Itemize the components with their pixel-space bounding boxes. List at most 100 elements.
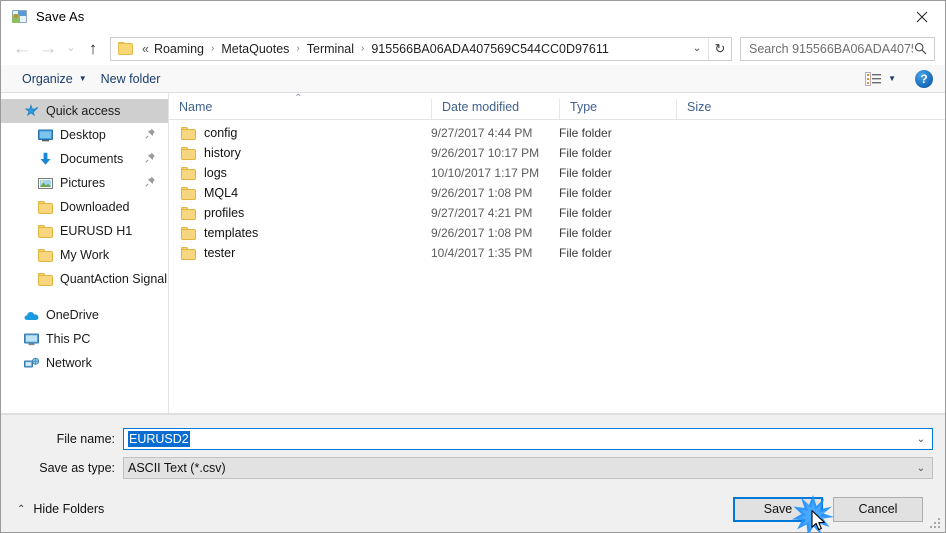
- file-name-selected-text: EURUSD2: [128, 431, 190, 447]
- column-header-name[interactable]: ⌃ Name: [169, 93, 431, 119]
- folder-icon: [181, 246, 197, 260]
- file-type: File folder: [559, 226, 612, 240]
- network-icon: [23, 355, 40, 371]
- column-header-type[interactable]: Type: [559, 99, 676, 119]
- breadcrumb-item-guid[interactable]: 915566BA06ADA407569C544CC0D97611: [368, 40, 611, 58]
- recent-locations-icon[interactable]: ⌄: [61, 36, 81, 62]
- sidebar-item-desktop[interactable]: Desktop: [1, 123, 168, 147]
- sidebar-item-network[interactable]: Network: [1, 351, 168, 375]
- breadcrumb-separator-icon[interactable]: ›: [292, 43, 303, 54]
- file-name-input[interactable]: EURUSD2 ⌄: [123, 428, 933, 450]
- save-form: File name: EURUSD2 ⌄ Save as type: ASCII…: [1, 414, 945, 486]
- chevron-up-icon: ⌃: [17, 503, 26, 515]
- breadcrumb-separator-icon[interactable]: ›: [207, 43, 218, 54]
- file-list-pane: ⌃ Name Date modified Type Size config 9/…: [169, 93, 945, 413]
- table-row[interactable]: tester 10/4/2017 1:35 PM File folder: [169, 243, 945, 263]
- breadcrumb-overflow[interactable]: «: [139, 40, 151, 58]
- file-name: profiles: [204, 206, 245, 220]
- column-header-size[interactable]: Size: [676, 99, 758, 119]
- address-bar[interactable]: « Roaming › MetaQuotes › Terminal › 9155…: [110, 36, 732, 61]
- table-row[interactable]: logs 10/10/2017 1:17 PM File folder: [169, 163, 945, 183]
- new-folder-label: New folder: [100, 71, 161, 86]
- forward-icon[interactable]: →: [35, 36, 61, 62]
- column-header-row: ⌃ Name Date modified Type Size: [169, 93, 945, 120]
- folder-icon: [37, 199, 54, 215]
- search-box[interactable]: Search 915566BA06ADA40756...: [740, 36, 935, 61]
- breadcrumb-separator-icon[interactable]: ›: [357, 43, 368, 54]
- breadcrumb-item-metaquotes[interactable]: MetaQuotes: [218, 40, 292, 58]
- sidebar-item-eurusd-h1[interactable]: EURUSD H1: [1, 219, 168, 243]
- up-one-level-icon[interactable]: ↑: [81, 36, 105, 62]
- sidebar-item-downloaded[interactable]: Downloaded: [1, 195, 168, 219]
- organize-button[interactable]: Organize ▼: [15, 69, 94, 89]
- sidebar-item-this-pc[interactable]: This PC: [1, 327, 168, 351]
- folder-icon: [118, 42, 134, 55]
- chevron-down-icon[interactable]: ⌄: [910, 463, 932, 474]
- command-bar: Organize ▼ New folder ▼ ?: [1, 65, 945, 93]
- sidebar-item-quick-access[interactable]: Quick access: [1, 99, 168, 123]
- column-header-label: Date modified: [442, 100, 520, 114]
- resize-grip[interactable]: [930, 518, 942, 530]
- sidebar-label: QuantAction Signal: [60, 272, 168, 286]
- breadcrumb-item-roaming[interactable]: Roaming: [151, 40, 207, 58]
- file-name: MQL4: [204, 186, 239, 200]
- close-icon[interactable]: [899, 1, 945, 32]
- column-header-label: Type: [570, 100, 598, 114]
- save-as-type-select[interactable]: ASCII Text (*.csv) ⌄: [123, 457, 933, 479]
- sidebar-item-my-work[interactable]: My Work: [1, 243, 168, 267]
- file-name-label: File name:: [56, 432, 115, 446]
- search-input[interactable]: Search 915566BA06ADA40756...: [749, 42, 913, 56]
- file-name-cell: logs: [169, 166, 431, 180]
- file-date: 10/4/2017 1:35 PM: [431, 246, 533, 260]
- chevron-down-icon: ▼: [78, 74, 87, 83]
- save-as-type-value: ASCII Text (*.csv): [128, 461, 226, 475]
- refresh-icon[interactable]: ↻: [708, 37, 731, 60]
- hide-folders-button[interactable]: ⌃ Hide Folders: [11, 502, 104, 516]
- search-icon: [913, 42, 928, 55]
- change-view-button[interactable]: ▼: [860, 70, 901, 88]
- file-type: File folder: [559, 146, 612, 160]
- folder-icon: [181, 166, 197, 180]
- sidebar-label: Documents: [60, 152, 124, 166]
- breadcrumb-item-terminal[interactable]: Terminal: [304, 40, 357, 58]
- sidebar-label: Quick access: [46, 104, 121, 118]
- table-row[interactable]: history 9/26/2017 10:17 PM File folder: [169, 143, 945, 163]
- table-row[interactable]: MQL4 9/26/2017 1:08 PM File folder: [169, 183, 945, 203]
- table-row[interactable]: profiles 9/27/2017 4:21 PM File folder: [169, 203, 945, 223]
- chevron-down-icon[interactable]: ⌄: [910, 434, 932, 445]
- dialog-footer: ⌃ Hide Folders Save Cancel: [1, 486, 945, 533]
- sidebar-item-quantaction-signal[interactable]: QuantAction Signal: [1, 267, 168, 291]
- help-button[interactable]: ?: [915, 69, 933, 88]
- save-button[interactable]: Save: [733, 496, 823, 522]
- table-row[interactable]: config 9/27/2017 4:44 PM File folder: [169, 123, 945, 143]
- onedrive-cloud-icon: [23, 307, 40, 323]
- cancel-button[interactable]: Cancel: [833, 496, 923, 522]
- file-date: 10/10/2017 1:17 PM: [431, 166, 540, 180]
- back-icon[interactable]: ←: [9, 36, 35, 62]
- file-name: history: [204, 146, 241, 160]
- sidebar-label: Downloaded: [60, 200, 130, 214]
- chevron-down-icon[interactable]: ⌄: [686, 43, 708, 54]
- star-pin-icon: [23, 103, 40, 119]
- list-view-icon: [865, 71, 882, 86]
- sidebar-item-onedrive[interactable]: OneDrive: [1, 303, 168, 327]
- chevron-down-icon: ▼: [888, 74, 896, 83]
- new-folder-button[interactable]: New folder: [94, 69, 168, 89]
- column-header-date-modified[interactable]: Date modified: [431, 99, 559, 119]
- file-name-value[interactable]: EURUSD2: [124, 431, 910, 447]
- file-name-cell: tester: [169, 246, 431, 260]
- column-header-label: Name: [179, 100, 213, 114]
- sidebar-item-pictures[interactable]: Pictures: [1, 171, 168, 195]
- sidebar-label: Network: [46, 356, 92, 370]
- sort-ascending-icon: ⌃: [294, 93, 303, 104]
- pictures-icon: [37, 175, 54, 191]
- file-name: config: [204, 126, 238, 140]
- table-row[interactable]: templates 9/26/2017 1:08 PM File folder: [169, 223, 945, 243]
- file-type: File folder: [559, 166, 612, 180]
- file-name: tester: [204, 246, 236, 260]
- folder-icon: [37, 247, 54, 263]
- save-as-icon: [10, 9, 28, 25]
- file-name-row: File name: EURUSD2 ⌄: [1, 428, 945, 450]
- sidebar-item-documents[interactable]: Documents: [1, 147, 168, 171]
